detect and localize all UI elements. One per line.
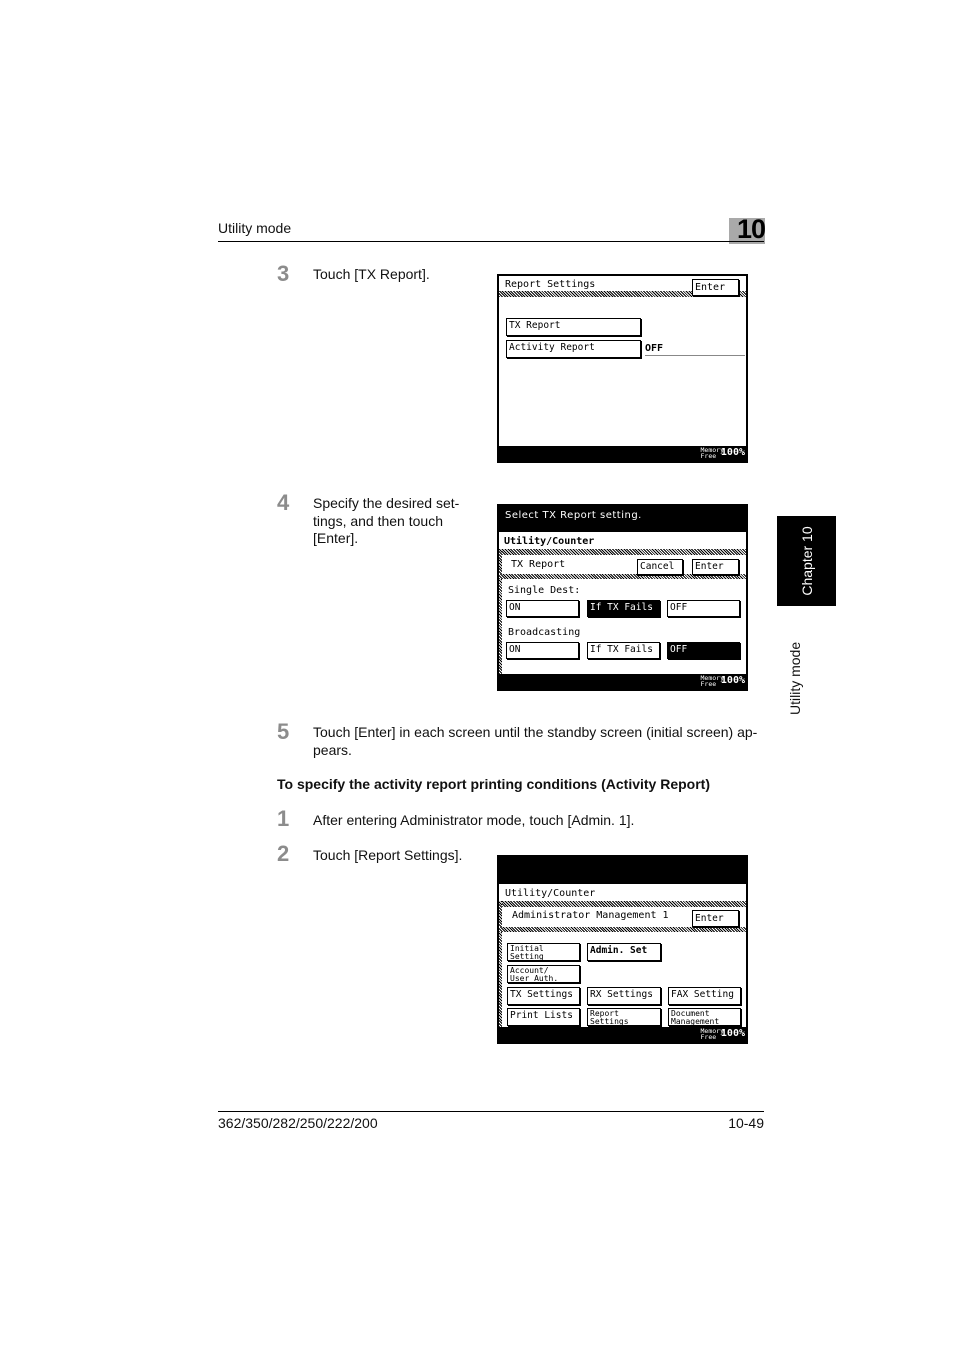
chapter-side-label: Chapter 10	[798, 526, 815, 596]
free-label: Free	[700, 452, 717, 460]
value-underline	[645, 355, 745, 356]
activity-report-button[interactable]: Activity Report	[506, 340, 641, 358]
screen-admin-management: Utility/Counter Administrator Management…	[497, 855, 748, 1044]
message-bar: Select TX Report setting.	[499, 506, 746, 532]
mode-side-tab: Utility mode	[777, 620, 813, 715]
single-dest-if-tx-fails-option[interactable]: If TX Fails	[587, 600, 660, 617]
button-label: User Auth.	[510, 974, 559, 983]
enter-button[interactable]: Enter	[692, 910, 739, 927]
memory-percent: 100%	[720, 1028, 745, 1039]
activity-report-value: OFF	[645, 343, 664, 354]
button-label: Settings	[590, 1017, 629, 1026]
step-text: After entering Administrator mode, touch…	[313, 812, 635, 828]
step-number: 3	[277, 261, 290, 286]
step-number: 5	[277, 719, 290, 744]
broadcasting-off-option[interactable]: OFF	[667, 642, 740, 659]
single-dest-off-option[interactable]: OFF	[667, 600, 740, 617]
screen-title: Report Settings	[505, 279, 596, 290]
single-dest-on-option[interactable]: ON	[506, 600, 579, 617]
print-lists-button[interactable]: Print Lists	[507, 1008, 580, 1026]
footer-divider	[218, 1111, 764, 1112]
admin-set-button[interactable]: Admin. Set	[587, 943, 661, 961]
tx-report-button[interactable]: TX Report	[506, 318, 641, 336]
message-bar	[499, 857, 746, 884]
step-number: 2	[277, 841, 290, 866]
rx-settings-button[interactable]: RX Settings	[587, 987, 661, 1005]
footer-page-number: 10-49	[728, 1115, 764, 1131]
enter-button[interactable]: Enter	[692, 279, 739, 296]
enter-button[interactable]: Enter	[692, 559, 739, 575]
status-bar: Memory Free 100%	[499, 446, 746, 461]
message-text: Select TX Report setting.	[505, 510, 642, 521]
initial-setting-button[interactable]: Initial Setting	[507, 943, 580, 961]
screen-report-settings: Report Settings Enter TX Report Activity…	[497, 274, 748, 463]
mode-side-label: Utility mode	[787, 641, 803, 715]
step-text: Touch [Report Settings].	[313, 847, 463, 863]
status-bar: Memory Free 100%	[499, 1027, 746, 1042]
document-management-button[interactable]: Document Management	[668, 1008, 741, 1026]
button-label: Management	[671, 1017, 720, 1026]
dither-divider	[499, 927, 746, 932]
single-dest-label: Single Dest:	[508, 585, 581, 596]
running-header-title: Utility mode	[218, 220, 292, 236]
breadcrumb: Utility/Counter	[505, 888, 596, 899]
step-number: 1	[277, 806, 290, 831]
step-text: Specify the desired set-tings, and then …	[313, 495, 460, 546]
status-bar: Memory Free 100%	[499, 674, 746, 689]
dither-left-edge	[499, 549, 502, 674]
broadcasting-on-option[interactable]: ON	[506, 642, 579, 659]
dither-divider	[499, 549, 746, 555]
step-text: Touch [TX Report].	[313, 266, 430, 282]
button-label: Setting	[510, 952, 544, 961]
broadcasting-if-tx-fails-option[interactable]: If TX Fails	[587, 642, 660, 659]
header-divider	[218, 241, 764, 242]
free-label: Free	[700, 680, 717, 688]
footer-models: 362/350/282/250/222/200	[218, 1115, 378, 1131]
cancel-button[interactable]: Cancel	[637, 559, 683, 575]
panel-title: TX Report	[511, 559, 566, 570]
breadcrumb: Utility/Counter	[504, 536, 595, 547]
memory-percent: 100%	[720, 675, 745, 686]
section-title: To specify the activity report printing …	[277, 776, 711, 792]
tx-settings-button[interactable]: TX Settings	[507, 987, 580, 1005]
fax-setting-button[interactable]: FAX Setting	[668, 987, 741, 1005]
dither-left-edge	[499, 901, 502, 1027]
step-text: Touch [Enter] in each screen until the s…	[313, 724, 758, 758]
free-label: Free	[700, 1033, 717, 1041]
screen-tx-report: Select TX Report setting. Utility/Counte…	[497, 504, 748, 691]
memory-percent: 100%	[720, 447, 745, 458]
step-number: 4	[277, 490, 290, 515]
report-settings-button[interactable]: Report Settings	[587, 1008, 661, 1026]
broadcasting-label: Broadcasting	[508, 627, 581, 638]
account-user-auth-button[interactable]: Account/User Auth.	[507, 965, 580, 983]
chapter-side-tab: Chapter 10	[777, 516, 836, 606]
panel-title: Administrator Management 1	[512, 910, 669, 921]
dither-divider	[499, 901, 746, 907]
